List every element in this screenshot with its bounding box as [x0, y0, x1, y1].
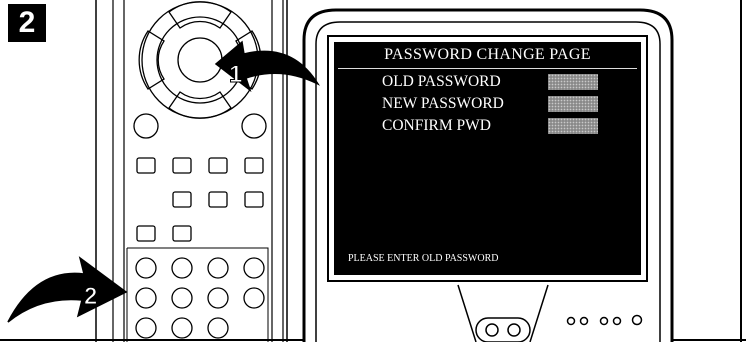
screen-title: PASSWORD CHANGE PAGE — [384, 46, 591, 63]
confirm-password-field[interactable] — [548, 118, 598, 134]
osd-screen: PASSWORD CHANGE PAGE OLD PASSWORD NEW PA… — [334, 42, 641, 275]
callout-arrow-2: 2 — [7, 256, 128, 323]
status-message: PLEASE ENTER OLD PASSWORD — [348, 253, 499, 264]
confirm-password-label: CONFIRM PWD — [382, 117, 491, 134]
old-password-field[interactable] — [548, 74, 598, 90]
keypad — [135, 257, 265, 339]
step-number-badge: 2 — [8, 4, 46, 42]
remote-buttons — [133, 113, 267, 242]
new-password-field[interactable] — [548, 96, 598, 112]
title-divider — [338, 68, 637, 69]
callout-label-2: 2 — [84, 283, 97, 310]
new-password-label: NEW PASSWORD — [382, 95, 504, 112]
old-password-label: OLD PASSWORD — [382, 73, 501, 90]
callout-label-1: 1 — [229, 61, 242, 88]
dpad-center-button — [177, 37, 223, 83]
